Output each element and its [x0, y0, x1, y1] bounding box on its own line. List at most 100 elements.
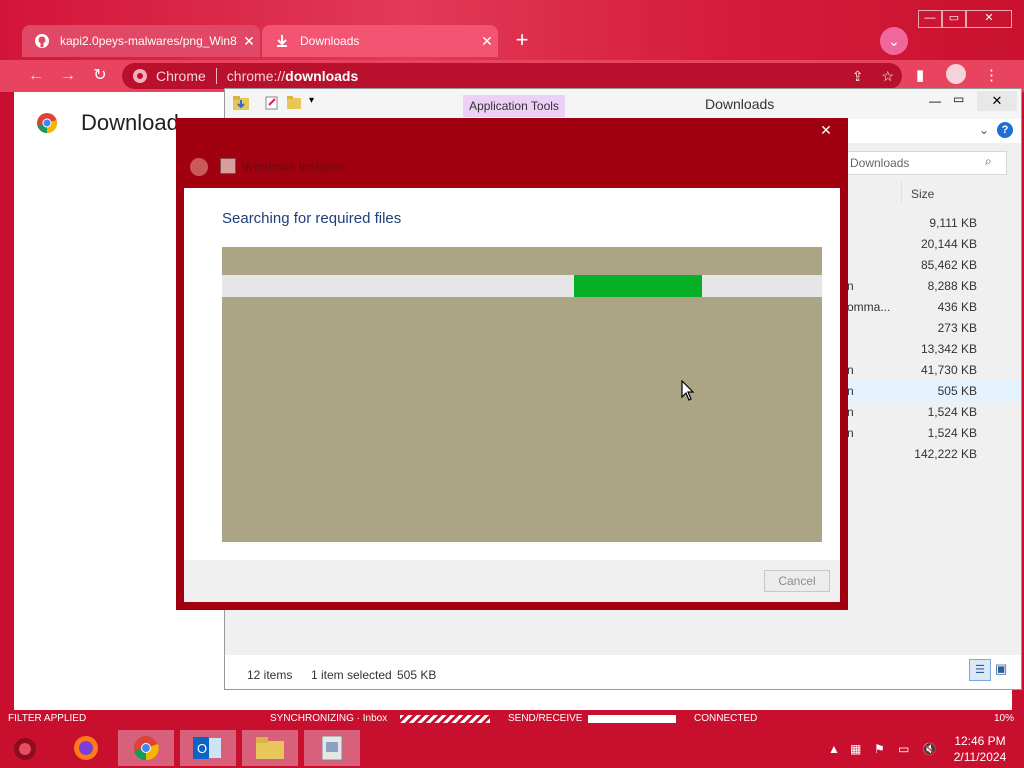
network-icon[interactable]: ▦	[850, 742, 861, 756]
details-view-icon[interactable]: ☰	[969, 659, 991, 681]
start-button[interactable]	[10, 734, 40, 767]
file-row[interactable]: 142,222 KB	[845, 443, 1021, 464]
file-row[interactable]: 20,144 KB	[845, 233, 1021, 254]
side-panel-icon[interactable]: ▮	[916, 66, 924, 84]
file-row[interactable]: n 1,524 KB	[845, 401, 1021, 422]
file-name: n	[847, 405, 854, 419]
taskbar-outlook-icon[interactable]: O	[180, 730, 236, 766]
url-path: downloads	[285, 68, 359, 84]
file-name: n	[847, 384, 854, 398]
tab-downloads[interactable]: Downloads ✕	[262, 25, 498, 57]
back-button[interactable]: ←	[24, 64, 48, 88]
profile-avatar[interactable]	[946, 64, 966, 84]
volume-muted-icon[interactable]: 🔇	[922, 742, 937, 756]
file-size: 436 KB	[937, 300, 977, 314]
mouse-cursor	[681, 379, 695, 405]
properties-icon[interactable]	[265, 96, 279, 113]
clock-date: 2/11/2024	[953, 750, 1007, 764]
tab-label: kapi2.0peys-malwares/png_Win8	[60, 34, 237, 48]
column-header-size[interactable]: Size	[911, 187, 934, 201]
search-input[interactable]: Downloads	[847, 151, 1007, 175]
file-name: n	[847, 279, 854, 293]
file-size: 9,111 KB	[929, 216, 977, 230]
tab-github[interactable]: kapi2.0peys-malwares/png_Win8 ✕	[22, 25, 260, 57]
column-divider	[901, 181, 902, 203]
page-title: Download	[81, 110, 179, 135]
file-row[interactable]: 85,462 KB	[845, 254, 1021, 275]
ribbon-tab-application-tools[interactable]: Application Tools	[463, 95, 565, 117]
monitor-icon[interactable]: ▭	[898, 742, 909, 756]
omnibox[interactable]: Chrome chrome:// downloads ⇪ ☆	[122, 63, 902, 89]
close-tab-icon[interactable]: ✕	[476, 33, 498, 50]
file-size: 8,288 KB	[927, 279, 977, 293]
send-receive-status: SEND/RECEIVE	[508, 713, 583, 724]
explorer-minimize-button[interactable]: —	[929, 94, 941, 108]
progress-bar	[222, 275, 822, 297]
explorer-title: Downloads	[705, 96, 775, 112]
file-size: 20,144 KB	[920, 237, 977, 251]
taskbar-file-explorer-icon[interactable]	[242, 730, 298, 766]
ribbon-area: ⌄ ?	[845, 119, 1021, 143]
new-folder-icon[interactable]	[287, 96, 301, 113]
close-tab-icon[interactable]: ✕	[238, 33, 260, 50]
file-size: 1,524 KB	[927, 426, 977, 440]
explorer-close-button[interactable]: ✕	[977, 91, 1017, 111]
outlook-status-strip: FILTER APPLIED SYNCHRONIZING · Inbox SEN…	[0, 710, 1024, 728]
file-name: n	[847, 426, 854, 440]
file-row[interactable]: n 8,288 KB	[845, 275, 1021, 296]
dialog-close-button[interactable]: ✕	[812, 120, 840, 140]
file-size: 13,342 KB	[920, 342, 977, 356]
file-name: n	[847, 363, 854, 377]
installer-dialog: ✕ Windows Installer Searching for requir…	[176, 118, 848, 610]
file-row[interactable]: 273 KB	[845, 317, 1021, 338]
taskbar-chrome-icon[interactable]	[118, 730, 174, 766]
progress-area	[222, 247, 822, 542]
dialog-heading: Searching for required files	[222, 210, 402, 227]
ribbon-expand-icon[interactable]: ⌄	[979, 123, 989, 137]
minimize-button[interactable]: —	[918, 10, 942, 28]
reload-button[interactable]: ↻	[88, 64, 112, 88]
file-row[interactable]: omma... 436 KB	[845, 296, 1021, 317]
maximize-button[interactable]: ▭	[942, 10, 966, 28]
close-window-button[interactable]: ✕	[966, 10, 1012, 28]
sync-progress	[400, 715, 490, 723]
cancel-button[interactable]: Cancel	[764, 570, 830, 592]
zoom-level: 10%	[994, 713, 1015, 724]
share-icon[interactable]: ⇪	[852, 68, 864, 85]
taskbar-firefox-icon[interactable]	[58, 730, 114, 766]
progress-fill	[574, 275, 702, 297]
bookmark-star-icon[interactable]: ☆	[881, 68, 894, 85]
quick-access-dropdown-icon[interactable]: ▾	[309, 95, 314, 106]
folder-icon	[233, 96, 249, 113]
taskbar-clock[interactable]: 12:46 PM 2/11/2024	[950, 733, 1010, 765]
search-icon: ⌕	[985, 154, 992, 168]
dialog-footer: Cancel	[184, 560, 840, 602]
show-hidden-icons[interactable]: ▲	[828, 742, 840, 756]
action-center-flag-icon[interactable]: ⚑	[874, 742, 885, 756]
help-icon[interactable]: ?	[997, 122, 1013, 138]
selected-count: 1 item selected	[311, 668, 392, 682]
send-receive-progress	[588, 715, 676, 723]
explorer-maximize-button[interactable]: ▭	[953, 92, 964, 106]
taskbar-installer-icon[interactable]	[304, 730, 360, 766]
new-tab-button[interactable]: +	[508, 27, 536, 55]
explorer-titlebar: ▾ Application Tools Downloads — ▭ ✕	[225, 89, 1021, 119]
explorer-statusbar: 12 items 1 item selected 505 KB ☰ ▣	[225, 655, 1021, 689]
tab-search-button[interactable]: ⌄	[880, 27, 908, 55]
connection-status: CONNECTED	[694, 713, 758, 724]
file-size: 41,730 KB	[920, 363, 977, 377]
forward-button[interactable]: →	[56, 64, 80, 88]
clock-time: 12:46 PM	[954, 734, 1006, 748]
large-icons-view-icon[interactable]: ▣	[995, 661, 1007, 677]
site-label: Chrome	[156, 68, 206, 84]
file-row[interactable]: 13,342 KB	[845, 338, 1021, 359]
file-row[interactable]: n 1,524 KB	[845, 422, 1021, 443]
file-row[interactable]: 9,111 KB	[845, 212, 1021, 233]
file-row[interactable]: n 41,730 KB	[845, 359, 1021, 380]
menu-icon[interactable]: ⋮	[984, 66, 999, 84]
chrome-icon	[132, 68, 148, 84]
installer-app-icon	[220, 158, 236, 174]
chrome-logo-icon	[36, 112, 58, 137]
file-row[interactable]: n 505 KB	[845, 380, 1021, 401]
file-name: omma...	[847, 300, 891, 314]
